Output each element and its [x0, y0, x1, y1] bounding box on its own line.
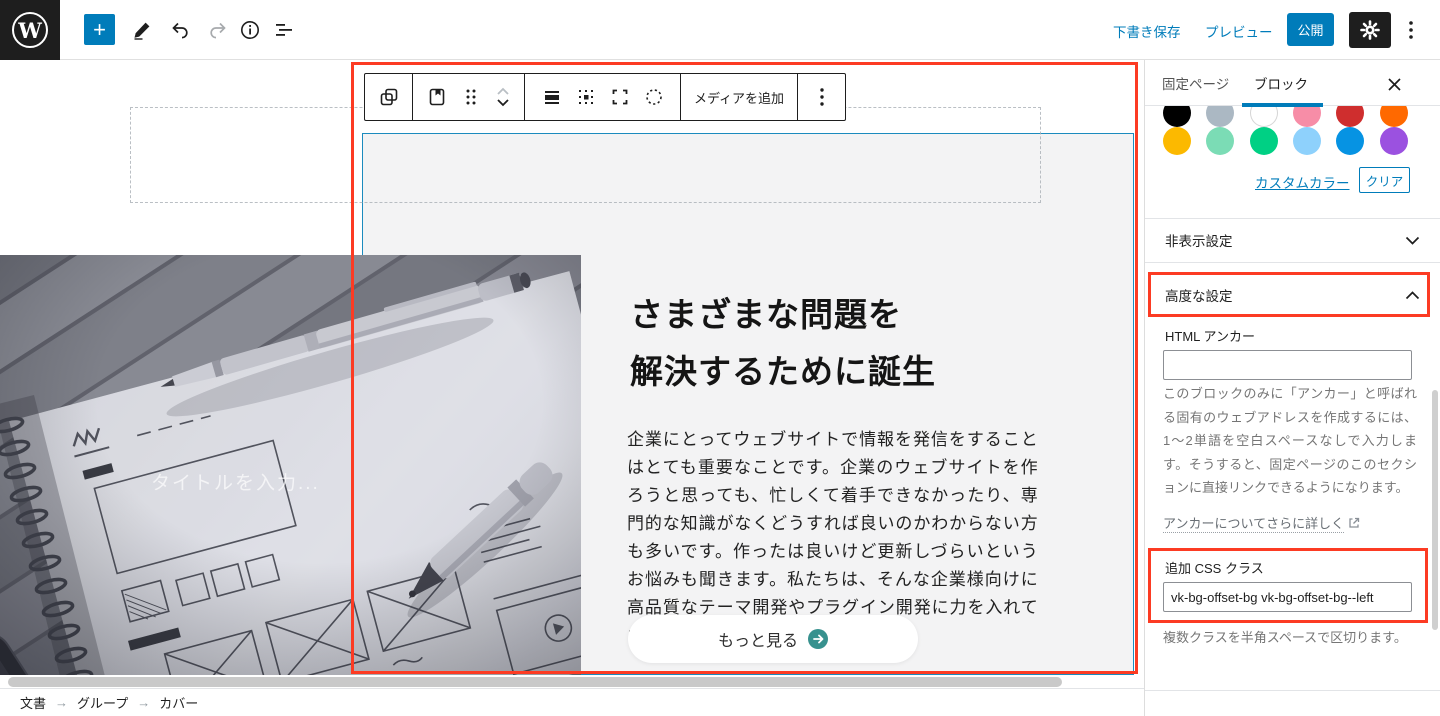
block-switcher-button[interactable]: [375, 83, 403, 111]
additional-css-class-label: 追加 CSS クラス: [1165, 558, 1264, 577]
block-inserter-button[interactable]: +: [84, 14, 115, 45]
align-bars-icon: [542, 87, 562, 107]
publish-button[interactable]: 公開: [1287, 13, 1334, 46]
list-view-icon[interactable]: [272, 18, 296, 42]
full-height-icon: [610, 87, 630, 107]
additional-css-class-input[interactable]: [1163, 582, 1412, 612]
move-up-button[interactable]: [495, 86, 511, 97]
plus-icon: +: [93, 19, 106, 41]
breadcrumb-document[interactable]: 文書: [20, 693, 46, 712]
sidebar-scrollbar[interactable]: [1432, 390, 1438, 630]
duotone-circle-icon: [644, 87, 664, 107]
settings-gear-button[interactable]: [1349, 12, 1391, 48]
color-swatch-pale-cyan-blue[interactable]: [1293, 127, 1321, 155]
breadcrumb: 文書 → グループ → カバー: [0, 688, 1144, 716]
group-block-icon: [378, 86, 400, 108]
gear-icon: [1360, 20, 1380, 40]
editor-topbar: W + 下書き保存 プレビュー 公開: [0, 0, 1440, 60]
css-class-help: 複数クラスを半角スペースで区切ります。: [1163, 626, 1417, 650]
post-title-placeholder[interactable]: タイトルを入力...: [151, 468, 320, 495]
wordpress-block-editor: W + 下書き保存 プレビュー 公開: [0, 0, 1440, 716]
breadcrumb-arrow: →: [55, 695, 68, 710]
settings-sidebar: 固定ページ ブロック カスタムカラー クリア 非表示設定 高度な設定 HTML …: [1144, 60, 1440, 716]
horizontal-scrollbar[interactable]: [8, 677, 1062, 687]
align-button[interactable]: [538, 83, 566, 111]
editor-canvas: タイトルを入力... さまざまな問題を 解決するために誕生 企業にとってウェブサ…: [0, 60, 1144, 688]
color-swatch-black[interactable]: [1163, 106, 1191, 127]
empty-group-block-outline[interactable]: [130, 107, 1041, 203]
move-down-button[interactable]: [495, 97, 511, 108]
color-swatch-light-green-cyan[interactable]: [1206, 127, 1234, 155]
color-swatch-vivid-purple[interactable]: [1380, 127, 1408, 155]
color-swatch-vivid-cyan-blue[interactable]: [1336, 127, 1364, 155]
panel-advanced-settings[interactable]: 高度な設定: [1145, 273, 1440, 317]
clear-color-button[interactable]: クリア: [1359, 167, 1410, 193]
edit-mode-pencil-icon[interactable]: [130, 18, 154, 42]
cover-heading-line2: 解決するために誕生: [630, 343, 936, 400]
color-swatch-pale-pink[interactable]: [1293, 106, 1321, 127]
external-link-icon: [1348, 517, 1360, 529]
arrow-right-circle-icon: [808, 629, 828, 649]
color-swatch-cyan-bluish-gray[interactable]: [1206, 106, 1234, 127]
color-swatch-orange[interactable]: [1380, 106, 1408, 127]
active-tab-underline: [1242, 103, 1323, 107]
anchor-learn-more-label: アンカーについてさらに詳しく: [1163, 513, 1344, 533]
html-anchor-label: HTML アンカー: [1165, 326, 1255, 345]
add-media-button[interactable]: メディアを追加: [680, 88, 798, 107]
breadcrumb-arrow: →: [137, 695, 150, 710]
drag-handle[interactable]: [457, 83, 485, 111]
block-toolbar: メディアを追加: [364, 73, 846, 121]
wordpress-logo-icon: W: [12, 12, 48, 48]
anchor-learn-more-link[interactable]: アンカーについてさらに詳しく: [1163, 513, 1360, 533]
panel-hidden-settings[interactable]: 非表示設定: [1145, 218, 1440, 262]
chevron-down-icon: [1405, 236, 1420, 245]
html-anchor-input[interactable]: [1163, 350, 1412, 380]
cover-background-image: [0, 255, 581, 675]
breadcrumb-group[interactable]: グループ: [77, 693, 128, 712]
color-swatch-vivid-red[interactable]: [1336, 106, 1364, 127]
options-menu-button[interactable]: [1399, 15, 1423, 45]
breadcrumb-cover[interactable]: カバー: [159, 693, 198, 712]
redo-button[interactable]: [206, 18, 230, 42]
tab-page[interactable]: 固定ページ: [1162, 60, 1229, 106]
color-swatch-white[interactable]: [1250, 106, 1278, 127]
bookmark-block-icon: [426, 86, 448, 108]
details-info-icon[interactable]: [238, 18, 262, 42]
panel-advanced-settings-label: 高度な設定: [1165, 285, 1233, 305]
full-height-toggle-button[interactable]: [606, 83, 634, 111]
html-anchor-help: このブロックのみに「アンカー」と呼ばれる固有のウェブアドレスを作成するには、1〜…: [1163, 382, 1417, 500]
panel-hidden-settings-label: 非表示設定: [1165, 230, 1233, 250]
chevron-up-icon: [1405, 291, 1420, 300]
kebab-menu-icon: [820, 88, 824, 106]
block-options-button[interactable]: [808, 83, 836, 111]
select-parent-block-button[interactable]: [423, 83, 451, 111]
save-draft-button[interactable]: 下書き保存: [1113, 21, 1181, 41]
panel-separator: [1145, 262, 1440, 263]
preview-button[interactable]: プレビュー: [1205, 21, 1273, 41]
custom-color-link[interactable]: カスタムカラー: [1255, 172, 1350, 192]
close-sidebar-button[interactable]: [1383, 73, 1405, 95]
wordpress-logo-button[interactable]: W: [0, 0, 60, 60]
color-swatch-vivid-green-cyan[interactable]: [1250, 127, 1278, 155]
color-swatch-amber[interactable]: [1163, 127, 1191, 155]
more-button-label: もっと見る: [718, 627, 798, 651]
position-matrix-icon: [576, 87, 596, 107]
tab-block[interactable]: ブロック: [1254, 60, 1308, 106]
sidebar-bottom-border: [1145, 690, 1440, 691]
undo-button[interactable]: [168, 18, 192, 42]
more-button[interactable]: もっと見る: [628, 615, 918, 663]
content-position-button[interactable]: [572, 83, 600, 111]
duotone-filter-button[interactable]: [640, 83, 668, 111]
drag-dots-icon: [464, 88, 478, 106]
cover-heading[interactable]: さまざまな問題を 解決するために誕生: [630, 286, 936, 400]
cover-heading-line1: さまざまな問題を: [630, 286, 936, 343]
close-icon: [1387, 77, 1402, 92]
